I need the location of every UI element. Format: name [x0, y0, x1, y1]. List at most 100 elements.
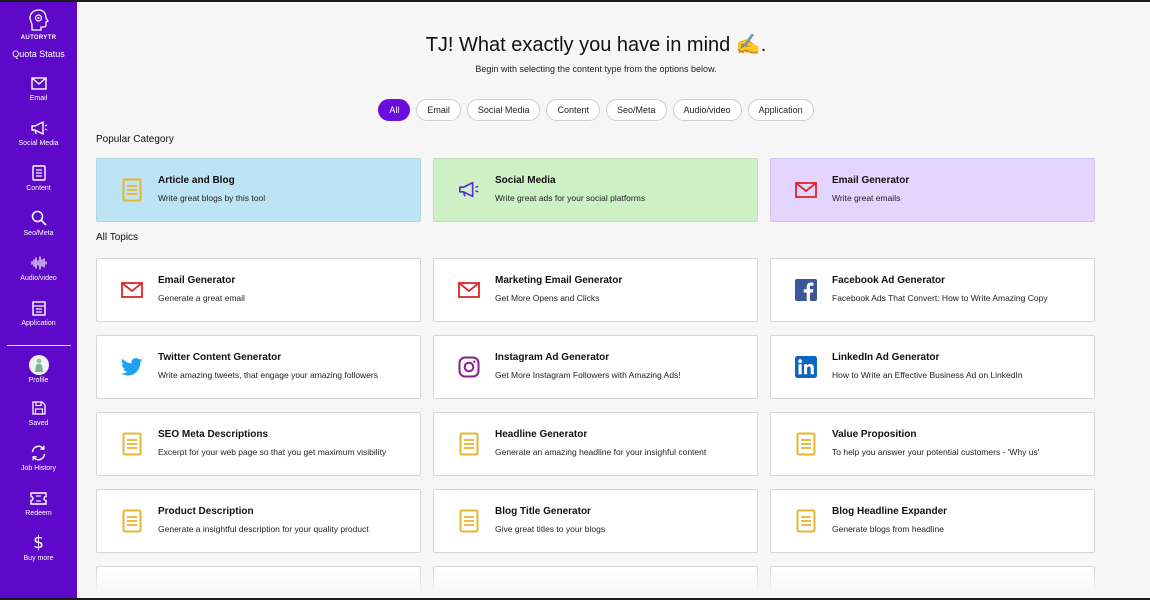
card-title: Headline Generator: [495, 429, 588, 440]
sidebar-item-social-media[interactable]: Social Media: [0, 118, 77, 163]
document-icon: [121, 432, 143, 456]
sidebar-item-audio-video[interactable]: Audio/video: [0, 253, 77, 298]
sidebar-item-label: Email: [29, 95, 48, 102]
filter-chips: All Email Social Media Content Seo/Meta …: [96, 99, 1096, 121]
twitter-icon: [121, 358, 143, 376]
sidebar-item-label: Profile: [28, 377, 49, 384]
filter-chip-audio-video[interactable]: Audio/video: [672, 99, 742, 121]
document-icon: [121, 509, 143, 533]
card-description: Write great emails: [832, 193, 901, 203]
topic-card-facebook-ad-generator[interactable]: Facebook Ad Generator Facebook Ads That C…: [770, 258, 1095, 322]
dollar-icon: $: [33, 533, 44, 553]
mail-icon: [30, 73, 47, 93]
document-icon: [795, 509, 817, 533]
card-description: Write great ads for your social platform…: [495, 193, 646, 203]
application-icon: [31, 298, 46, 318]
sidebar-item-label: Buy more: [23, 555, 54, 562]
filter-chip-all[interactable]: All: [378, 99, 411, 121]
card-description: Get More Instagram Followers with Amazin…: [495, 370, 681, 380]
card-description: Get More Opens and Clicks: [495, 293, 600, 303]
topic-card-partial[interactable]: [433, 566, 758, 596]
sidebar-item-application[interactable]: Application: [0, 298, 77, 343]
ticket-icon: [30, 488, 47, 508]
card-title: Blog Title Generator: [495, 506, 591, 517]
sidebar-item-email[interactable]: Email: [0, 73, 77, 118]
sidebar-item-label: Content: [26, 185, 51, 192]
popular-category-heading: Popular Category: [96, 134, 174, 145]
document-icon: [121, 178, 143, 202]
filter-chip-content[interactable]: Content: [546, 99, 600, 121]
card-title: Article and Blog: [158, 175, 235, 186]
sidebar-item-label: Audio/video: [20, 275, 57, 282]
sidebar-item-seo-meta[interactable]: Seo/Meta: [0, 208, 77, 253]
category-card-article-blog[interactable]: Article and Blog Write great blogs by thi…: [96, 158, 421, 222]
refresh-icon: [30, 443, 47, 463]
avatar: [28, 355, 49, 375]
filter-chip-seo-meta[interactable]: Seo/Meta: [605, 99, 667, 121]
topic-card-email-generator[interactable]: Email Generator Generate a great email: [96, 258, 421, 322]
popular-category-grid: Article and Blog Write great blogs by thi…: [96, 158, 1096, 222]
mail-icon: [121, 282, 143, 298]
sidebar-item-redeem[interactable]: Redeem: [0, 488, 77, 533]
topic-card-partial[interactable]: [770, 566, 1095, 596]
search-icon: [31, 208, 47, 228]
card-description: Generate a great email: [158, 293, 245, 303]
card-title: Email Generator: [158, 275, 236, 286]
topic-card-seo-meta-descriptions[interactable]: SEO Meta Descriptions Excerpt for your we…: [96, 412, 421, 476]
card-description: Excerpt for your web page so that you ge…: [158, 447, 387, 457]
sidebar-item-buy-more[interactable]: $ Buy more: [0, 533, 77, 578]
sidebar-item-label: Social Media: [18, 140, 59, 147]
topic-card-blog-title-generator[interactable]: Blog Title Generator Give great titles to…: [433, 489, 758, 553]
topic-card-marketing-email-generator[interactable]: Marketing Email Generator Get More Opens …: [433, 258, 758, 322]
card-title: Facebook Ad Generator: [832, 275, 945, 286]
card-description: How to Write an Effective Business Ad on…: [832, 370, 1023, 380]
topic-card-headline-generator[interactable]: Headline Generator Generate an amazing he…: [433, 412, 758, 476]
sidebar-item-label: Seo/Meta: [23, 230, 54, 237]
sidebar-divider: [6, 345, 71, 346]
page-title: TJ! What exactly you have in mind ✍️.: [425, 34, 767, 56]
filter-chip-social-media[interactable]: Social Media: [466, 99, 541, 121]
card-description: To help you answer your potential custom…: [832, 447, 1040, 457]
filter-chip-email[interactable]: Email: [416, 99, 461, 121]
brand-logo[interactable]: AUTORYTR: [21, 8, 56, 41]
card-description: Generate a insightful description for yo…: [158, 524, 369, 534]
topic-card-partial[interactable]: [96, 566, 421, 596]
topic-card-linkedin-ad-generator[interactable]: LinkedIn Ad Generator How to Write an Eff…: [770, 335, 1095, 399]
topic-card-product-description[interactable]: Product Description Generate a insightful…: [96, 489, 421, 553]
quota-status-link[interactable]: Quota Status: [12, 49, 65, 59]
sidebar-item-label: Job History: [20, 465, 56, 472]
sidebar-item-label: Saved: [28, 420, 49, 427]
linkedin-icon: [795, 356, 817, 378]
sidebar-item-content[interactable]: Content: [0, 163, 77, 208]
mail-icon: [795, 182, 817, 198]
card-title: Marketing Email Generator: [495, 275, 623, 286]
sidebar: AUTORYTR Quota Status Email Social Media…: [0, 2, 77, 598]
page-subtitle: Begin with selecting the content type fr…: [475, 64, 717, 74]
card-title: Product Description: [158, 506, 254, 517]
card-description: Give great titles to your blogs: [495, 524, 606, 534]
mail-icon: [458, 282, 480, 298]
category-card-email-generator[interactable]: Email Generator Write great emails: [770, 158, 1095, 222]
card-title: LinkedIn Ad Generator: [832, 352, 940, 363]
sidebar-item-profile[interactable]: Profile: [0, 355, 77, 398]
topic-card-blog-headline-expander[interactable]: Blog Headline Expander Generate blogs fro…: [770, 489, 1095, 553]
topic-card-twitter-content-generator[interactable]: Twitter Content Generator Write amazing t…: [96, 335, 421, 399]
card-description: Write great blogs by this tool: [158, 193, 266, 203]
topics-grid: Email Generator Generate a great email Ma…: [96, 258, 1096, 596]
card-title: Twitter Content Generator: [158, 352, 282, 363]
card-title: Social Media: [495, 175, 556, 186]
instagram-icon: [458, 356, 480, 378]
document-icon: [31, 163, 46, 183]
card-description: Generate an amazing headline for your in…: [495, 447, 707, 457]
logo-icon: [28, 9, 49, 31]
category-card-social-media[interactable]: Social Media Write great ads for your soc…: [433, 158, 758, 222]
sidebar-item-saved[interactable]: Saved: [0, 398, 77, 443]
sidebar-item-label: Redeem: [25, 510, 52, 517]
waveform-icon: [30, 253, 47, 273]
topic-card-value-proposition[interactable]: Value Proposition To help you answer your…: [770, 412, 1095, 476]
all-topics-heading: All Topics: [96, 232, 139, 243]
document-icon: [458, 432, 480, 456]
topic-card-instagram-ad-generator[interactable]: Instagram Ad Generator Get More Instagram…: [433, 335, 758, 399]
filter-chip-application[interactable]: Application: [747, 99, 814, 121]
sidebar-item-job-history[interactable]: Job History: [0, 443, 77, 488]
